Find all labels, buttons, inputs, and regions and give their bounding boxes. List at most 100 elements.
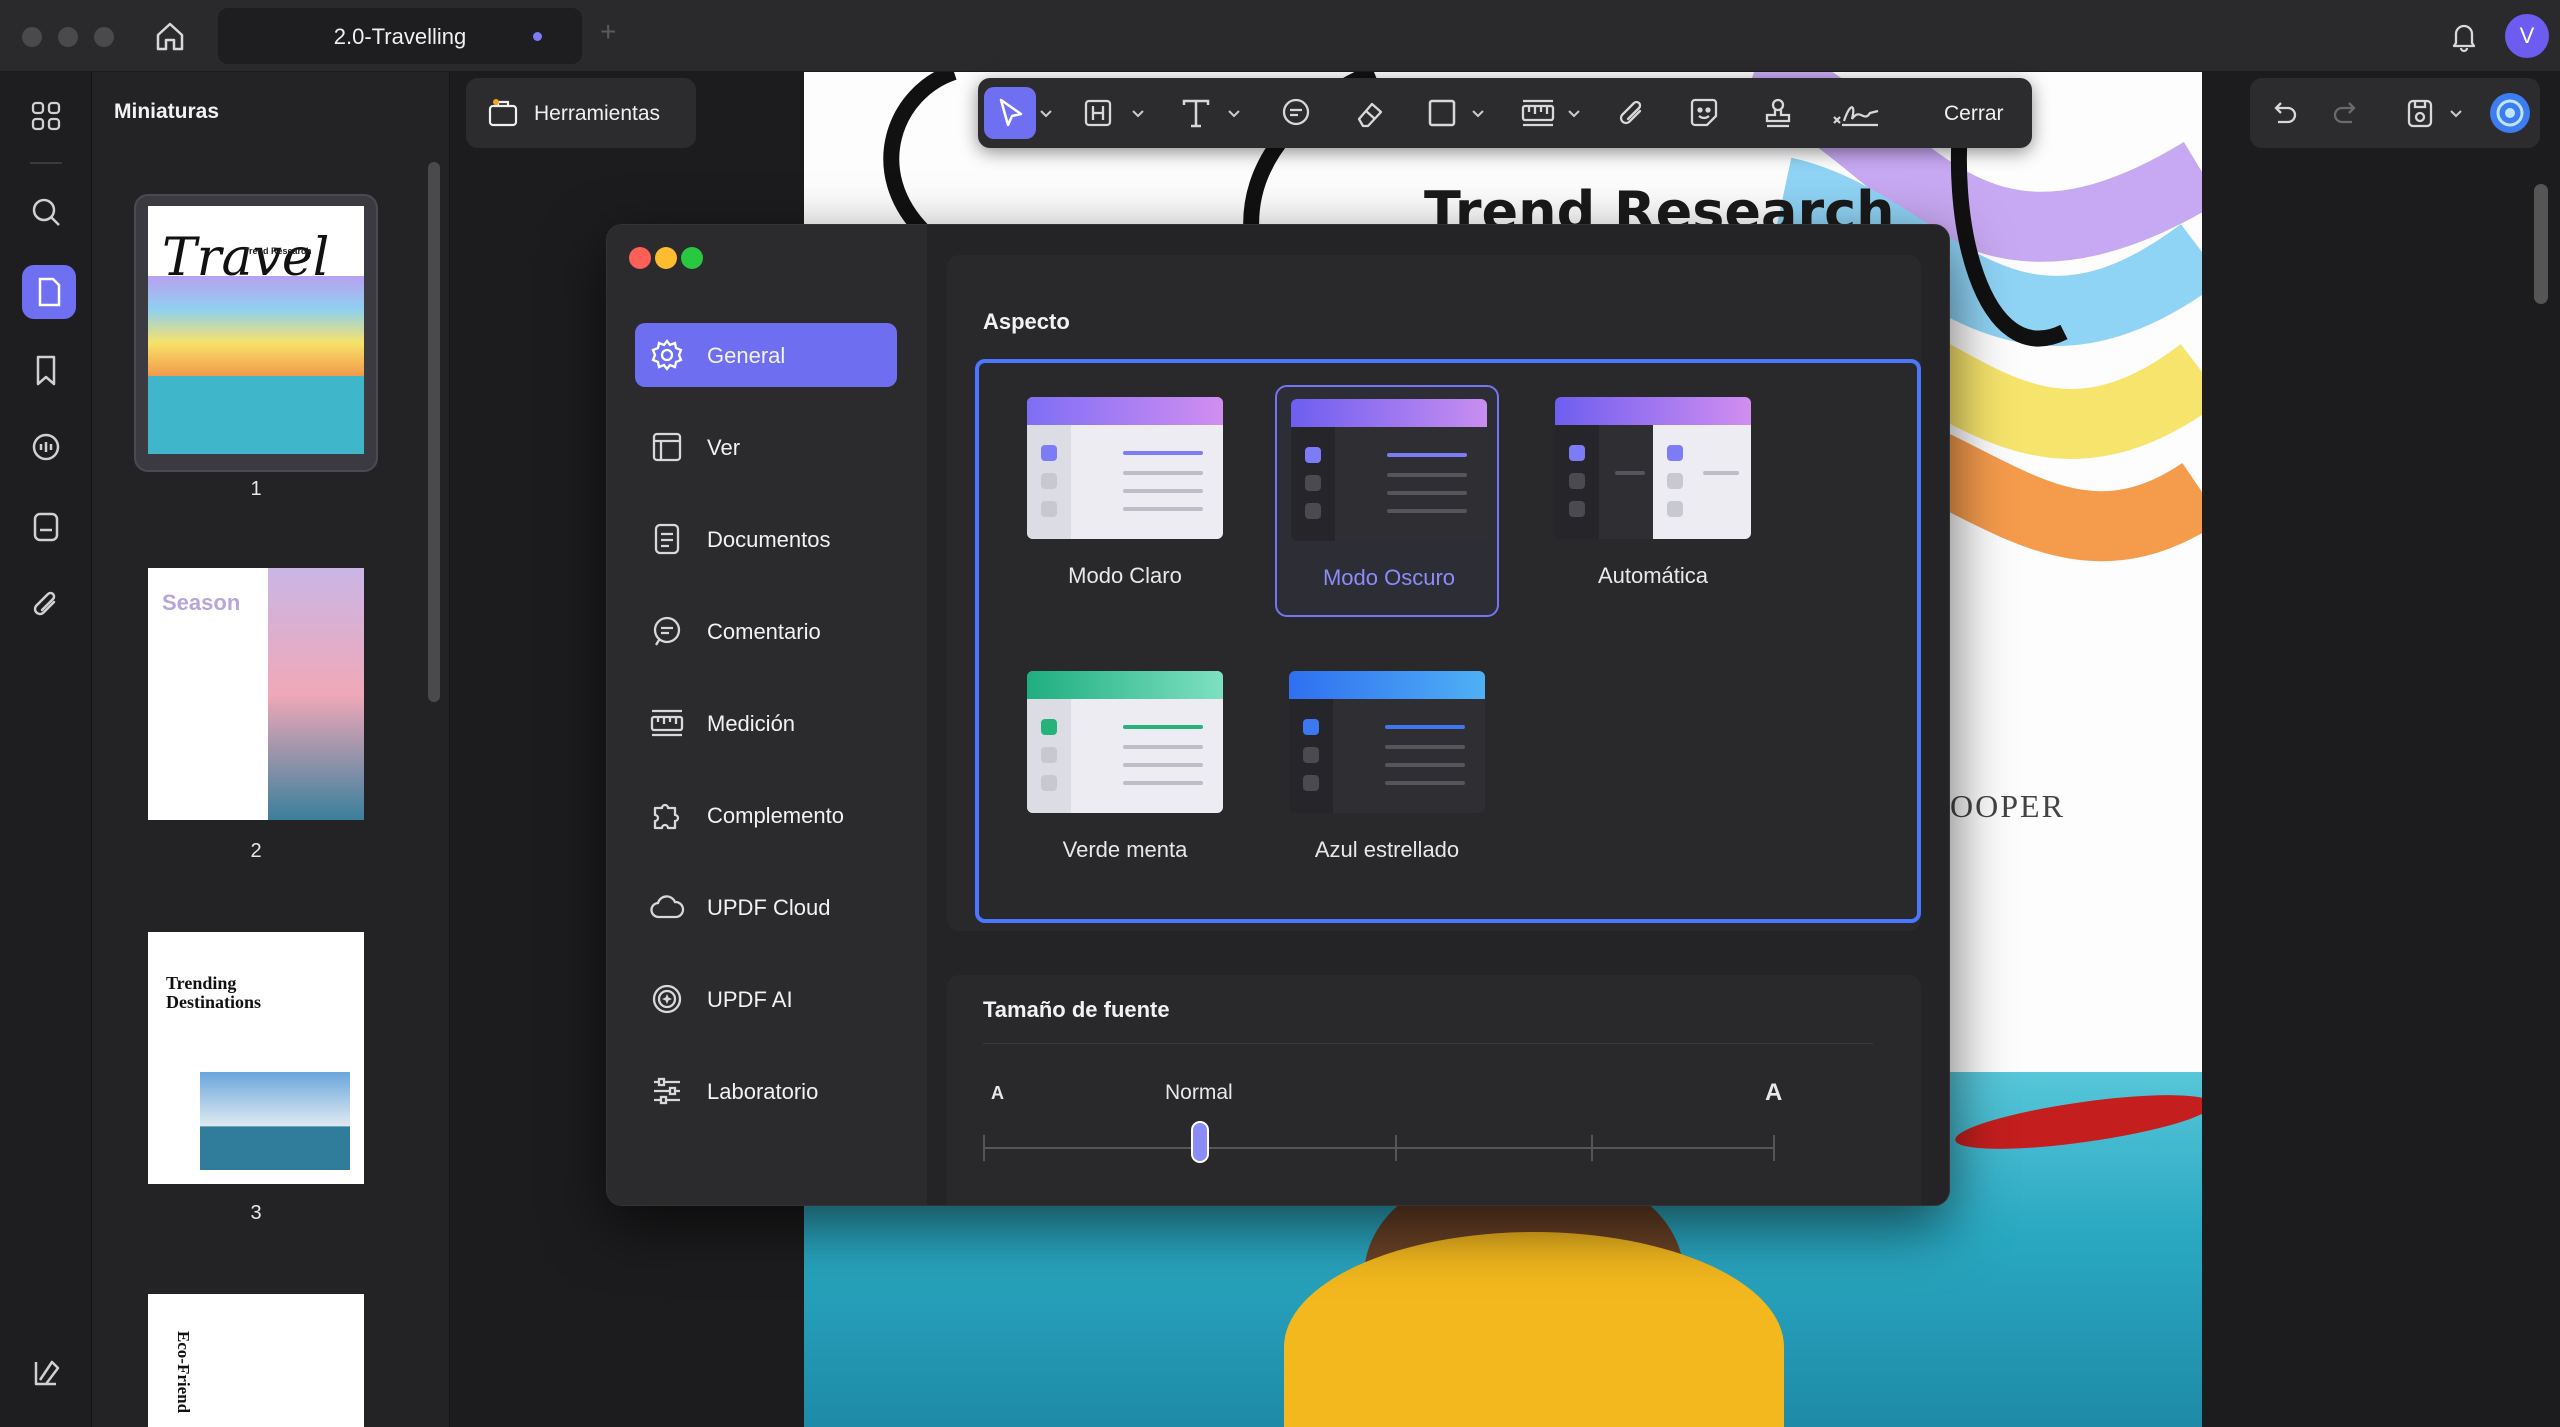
tools-button[interactable]: Herramientas	[466, 78, 696, 148]
thumbnails-scrollbar[interactable]	[428, 162, 440, 702]
nav-item-comentario[interactable]: Comentario	[635, 599, 897, 663]
preferences-dialog: General Ver Documentos Comentario Medici…	[606, 224, 1950, 1206]
undo-icon[interactable]	[2264, 93, 2304, 133]
theme-label-light: Modo Claro	[1068, 563, 1182, 588]
nav-label-ver: Ver	[707, 435, 741, 460]
close-annotation-button[interactable]: Cerrar	[1944, 102, 2004, 126]
thumbnails-title: Miniaturas	[114, 100, 220, 123]
updf-ai-icon[interactable]	[2488, 91, 2532, 135]
cloud-icon	[649, 889, 685, 925]
nav-label-updf-cloud: UPDF Cloud	[707, 895, 831, 920]
nav-item-documentos[interactable]: Documentos	[635, 507, 897, 571]
theme-label-mint: Verde menta	[1062, 837, 1188, 862]
document-tab[interactable]: 2.0-Travelling	[218, 8, 582, 64]
measure-tool-icon[interactable]	[1518, 93, 1558, 133]
bookmark-icon[interactable]	[26, 350, 66, 390]
select-tool-icon[interactable]	[984, 87, 1036, 139]
grid-icon[interactable]	[26, 96, 66, 136]
thumb-island	[200, 1072, 350, 1170]
chevron-down-icon[interactable]	[1564, 93, 1584, 133]
ruler-icon	[649, 705, 685, 741]
preferences-sidebar: General Ver Documentos Comentario Medici…	[607, 225, 927, 1205]
attachment-icon[interactable]	[26, 584, 66, 624]
add-tab-button[interactable]: +	[600, 16, 616, 48]
font-size-slider-track[interactable]	[983, 1147, 1775, 1149]
nav-item-laboratorio[interactable]: Laboratorio	[635, 1059, 897, 1123]
stamp-icon[interactable]	[26, 506, 66, 546]
window-close-button[interactable]	[22, 27, 42, 47]
theme-option-auto[interactable]: Automática	[1541, 385, 1765, 617]
chevron-down-icon[interactable]	[1128, 93, 1148, 133]
dialog-zoom-button[interactable]	[681, 247, 703, 269]
comment-tool-icon[interactable]	[1276, 93, 1316, 133]
thumbnails-panel: Miniaturas Travel Trend Research 1 Seaso…	[92, 72, 450, 1427]
window-minimize-button[interactable]	[58, 27, 78, 47]
nav-item-general[interactable]: General	[635, 323, 897, 387]
rail-divider	[30, 162, 62, 164]
comment-icon	[649, 613, 685, 649]
font-size-slider-thumb[interactable]	[1191, 1121, 1209, 1163]
attach-tool-icon[interactable]	[1612, 93, 1652, 133]
theme-label-dark: Modo Oscuro	[1322, 565, 1456, 590]
nav-label-general: General	[707, 343, 786, 368]
sticker-tool-icon[interactable]	[1684, 93, 1724, 133]
chevron-down-icon[interactable]	[1468, 93, 1488, 133]
document-scrollbar[interactable]	[2534, 184, 2548, 304]
thumb-rainbow	[148, 276, 364, 376]
font-size-large-label: A	[1765, 1079, 1783, 1106]
redo-icon[interactable]	[2326, 93, 2366, 133]
thumbnail-page-2[interactable]: Season	[148, 568, 364, 820]
thumb-sunset	[268, 568, 364, 820]
nav-label-laboratorio: Laboratorio	[707, 1079, 819, 1104]
thumbnail-number-2: 2	[250, 840, 262, 862]
theme-option-starry-blue[interactable]: Azul estrellado	[1275, 659, 1499, 891]
chevron-down-icon[interactable]	[1036, 93, 1056, 133]
layers-icon[interactable]	[26, 1352, 66, 1392]
chevron-down-icon[interactable]	[2446, 93, 2466, 133]
theme-label-starry-blue: Azul estrellado	[1314, 837, 1460, 862]
thumb-2-heading: Season	[162, 590, 241, 615]
theme-option-light[interactable]: Modo Claro	[1013, 385, 1237, 617]
theme-option-mint[interactable]: Verde menta	[1013, 659, 1237, 891]
slider-tick	[1395, 1135, 1397, 1161]
pages-icon[interactable]	[22, 265, 76, 319]
nav-item-ver[interactable]: Ver	[635, 415, 897, 479]
highlight-tool-icon[interactable]	[1078, 93, 1118, 133]
signature-tool-icon[interactable]	[1830, 93, 1884, 133]
avatar[interactable]: V	[2505, 14, 2549, 58]
save-icon[interactable]	[2400, 93, 2440, 133]
font-size-title: Tamaño de fuente	[983, 997, 1170, 1022]
thumbnail-number-1: 1	[250, 478, 262, 500]
ai-icon	[649, 981, 685, 1017]
thumbnail-page-4[interactable]: Eco-Friend	[148, 1294, 364, 1427]
bell-icon[interactable]	[2444, 16, 2484, 56]
text-tool-icon[interactable]	[1176, 93, 1216, 133]
font-size-divider	[983, 1043, 1873, 1044]
comment-icon[interactable]	[26, 428, 66, 468]
theme-option-dark[interactable]: Modo Oscuro	[1275, 385, 1499, 617]
thumbnail-page-3[interactable]: Trending Destinations	[148, 932, 364, 1184]
dialog-minimize-button[interactable]	[655, 247, 677, 269]
auto-theme-preview	[1555, 397, 1751, 539]
rectangle-tool-icon[interactable]	[1422, 93, 1462, 133]
document-tab-title: 2.0-Travelling	[333, 24, 467, 49]
puzzle-icon	[649, 797, 685, 833]
nav-item-medicion[interactable]: Medición	[635, 691, 897, 755]
thumbnail-page-1[interactable]: Travel Trend Research	[148, 206, 364, 454]
preferences-content: Aspecto Modo Claro Modo Oscuro Automátic…	[927, 225, 1949, 1205]
dialog-close-button[interactable]	[629, 247, 651, 269]
home-icon[interactable]	[150, 16, 190, 56]
sliders-icon	[649, 1073, 685, 1109]
slider-tick	[1773, 1135, 1775, 1161]
stamp-tool-icon[interactable]	[1758, 93, 1798, 133]
theme-options-box: Modo Claro Modo Oscuro Automática Verde …	[975, 359, 1921, 923]
nav-item-updf-ai[interactable]: UPDF AI	[635, 967, 897, 1031]
chevron-down-icon[interactable]	[1224, 93, 1244, 133]
slider-tick	[983, 1135, 985, 1161]
search-icon[interactable]	[26, 192, 66, 232]
window-zoom-button[interactable]	[94, 27, 114, 47]
eraser-tool-icon[interactable]	[1350, 93, 1390, 133]
appearance-title: Aspecto	[983, 309, 1070, 334]
nav-item-complemento[interactable]: Complemento	[635, 783, 897, 847]
nav-item-updf-cloud[interactable]: UPDF Cloud	[635, 875, 897, 939]
